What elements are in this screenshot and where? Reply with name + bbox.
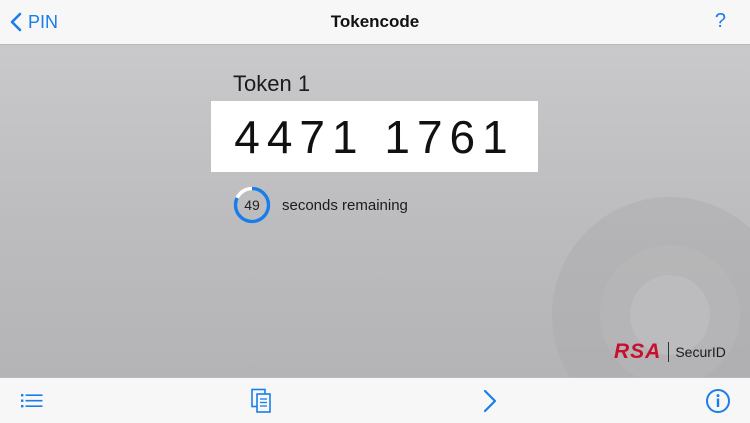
next-token-button[interactable]	[476, 387, 504, 415]
brand-product: SecurID	[675, 344, 726, 360]
logo-divider	[668, 342, 670, 362]
rsa-securid-logo: RSA SecurID	[614, 340, 726, 364]
seconds-label: seconds remaining	[282, 196, 408, 214]
page-title: Tokencode	[330, 12, 420, 31]
token-list-button[interactable]	[19, 387, 47, 415]
chevron-left-icon	[10, 12, 22, 32]
token-name: Token 1	[233, 71, 311, 96]
bottom-toolbar	[0, 377, 750, 423]
token-content-area: Token 1 4471 1761 49 seconds remaining R…	[0, 45, 750, 377]
seconds-value: 49	[244, 197, 260, 213]
copy-button[interactable]	[248, 387, 276, 415]
navigation-bar: PIN Tokencode ?	[0, 0, 750, 45]
tokencode-value: 4471 1761	[234, 110, 515, 163]
countdown-timer: 49	[233, 186, 271, 224]
help-button[interactable]: ?	[715, 10, 726, 33]
countdown: 49 seconds remaining	[233, 186, 408, 224]
info-icon	[706, 389, 730, 413]
copy-icon	[251, 388, 271, 413]
list-icon	[21, 394, 43, 408]
brand-mark: RSA	[614, 340, 662, 363]
back-button[interactable]: PIN	[10, 8, 58, 36]
chevron-right-icon	[483, 389, 497, 413]
tokencode-box[interactable]: 4471 1761	[211, 101, 538, 172]
info-button[interactable]	[704, 387, 732, 415]
back-button-label: PIN	[28, 11, 59, 32]
